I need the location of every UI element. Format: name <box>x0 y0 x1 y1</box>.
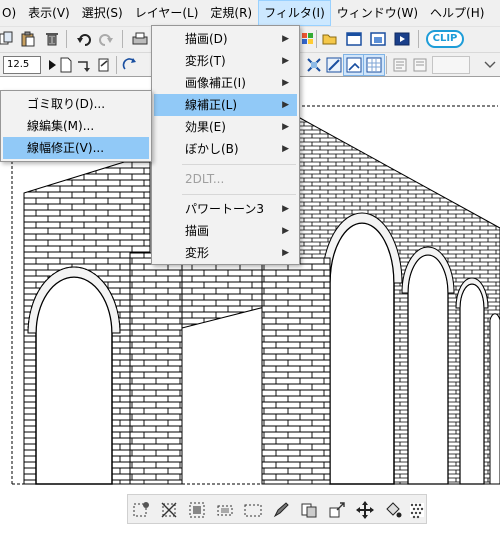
snap-ruler-icon[interactable] <box>324 55 344 75</box>
menu-item-label: 変形 <box>185 246 210 260</box>
menu-help[interactable]: ヘルプ(H) <box>424 0 490 26</box>
menu-item-transform[interactable]: 変形(T) ▶ <box>154 50 297 72</box>
screentone-icon[interactable] <box>406 499 428 521</box>
select-cancel-icon[interactable] <box>130 499 152 521</box>
menu-item-label: ゴミ取り(D)... <box>27 97 106 111</box>
toolbar-separator <box>116 56 117 74</box>
transform-icon[interactable] <box>326 499 348 521</box>
layout-icon[interactable] <box>368 29 388 49</box>
copy-icon[interactable] <box>0 29 16 49</box>
submenu-arrow-icon: ▶ <box>282 204 289 214</box>
menu-item-effects[interactable]: 効果(E) ▶ <box>154 116 297 138</box>
fill-bucket-icon[interactable] <box>382 499 404 521</box>
submenu-item-dust-removal[interactable]: ゴミ取り(D)... <box>3 93 149 115</box>
chevrons-icon[interactable] <box>480 55 500 75</box>
menu-bar: O) 表示(V) 選択(S) レイヤー(L) 定規(R) フィルタ(I) ウィン… <box>0 0 500 26</box>
zoom-input[interactable]: 12.5 <box>3 56 41 74</box>
color-grid-icon[interactable] <box>298 29 318 49</box>
menu-item-draw[interactable]: 描画(D) ▶ <box>154 28 297 50</box>
snap-grid-icon[interactable] <box>304 55 324 75</box>
menu-item-transform-plugin[interactable]: 変形 ▶ <box>154 242 297 264</box>
menu-item-label: 効果(E) <box>185 120 226 134</box>
menu-item-blur[interactable]: ぼかし(B) ▶ <box>154 138 297 160</box>
toolbar-separator <box>66 30 67 48</box>
menu-item-label: 描画 <box>185 224 210 238</box>
selection-tool-palette <box>127 494 427 524</box>
text-tool-icon[interactable] <box>390 55 410 75</box>
submenu-arrow-icon: ▶ <box>282 226 289 236</box>
toolbar-separator <box>122 30 123 48</box>
submenu-arrow-icon: ▶ <box>282 144 289 154</box>
grid-view-icon[interactable] <box>363 54 385 76</box>
menu-view[interactable]: 表示(V) <box>22 0 76 26</box>
submenu-arrow-icon: ▶ <box>282 78 289 88</box>
menu-item-powertone3[interactable]: パワートーン3 ▶ <box>154 198 297 220</box>
new-page-icon[interactable] <box>56 55 76 75</box>
submenu-arrow-icon: ▶ <box>282 34 289 44</box>
filter-menu: 描画(D) ▶ 変形(T) ▶ 画像補正(I) ▶ 線補正(L) ▶ 効果(E)… <box>151 25 300 265</box>
selection-pen-icon[interactable] <box>270 499 292 521</box>
disabled-field <box>432 56 470 74</box>
menu-separator <box>182 164 296 165</box>
copy-layer-icon[interactable] <box>298 499 320 521</box>
submenu-arrow-icon: ▶ <box>282 248 289 258</box>
clip-logo[interactable]: CLIP <box>426 30 464 48</box>
select-all-icon[interactable] <box>158 499 180 521</box>
rotate-page-icon[interactable] <box>74 55 94 75</box>
move-icon[interactable] <box>354 499 376 521</box>
menu-layer[interactable]: レイヤー(L) <box>129 0 205 26</box>
undo-icon[interactable] <box>74 29 94 49</box>
menu-item-label: ぼかし(B) <box>185 142 239 156</box>
window-icon[interactable] <box>344 29 364 49</box>
print-icon[interactable] <box>130 29 150 49</box>
menu-item-label: 線幅修正(V)... <box>27 141 105 155</box>
submenu-item-line-width-adjust[interactable]: 線幅修正(V)... <box>3 137 149 159</box>
menu-item-label: 2DLT... <box>185 172 225 186</box>
bottom-area <box>0 490 500 544</box>
menu-item-image-correction[interactable]: 画像補正(I) ▶ <box>154 72 297 94</box>
menu-item-draw-plugin[interactable]: 描画 ▶ <box>154 220 297 242</box>
menu-item-label: 画像補正(I) <box>185 76 246 90</box>
invert-selection-icon[interactable] <box>186 499 208 521</box>
text-frame-icon[interactable] <box>410 55 430 75</box>
menu-tools-partial[interactable]: O) <box>0 0 22 26</box>
menu-item-label: 変形(T) <box>185 54 226 68</box>
menu-item-label: 線補正(L) <box>185 98 238 112</box>
menu-item-line-correction[interactable]: 線補正(L) ▶ <box>154 94 297 116</box>
redo-icon[interactable] <box>96 29 116 49</box>
menu-item-label: 描画(D) <box>185 32 228 46</box>
toolbar-separator <box>316 30 317 48</box>
menu-item-label: 線編集(M)... <box>27 119 95 133</box>
play-icon[interactable] <box>392 29 412 49</box>
snap-special-icon[interactable] <box>343 54 365 76</box>
submenu-arrow-icon: ▶ <box>282 100 289 110</box>
menu-item-label: パワートーン3 <box>185 202 265 216</box>
menu-ruler[interactable]: 定規(R) <box>204 0 258 26</box>
delete-icon[interactable] <box>42 29 62 49</box>
menu-filter[interactable]: フィルタ(I) <box>258 0 331 26</box>
menu-item-2dlt: 2DLT... <box>154 168 297 190</box>
submenu-arrow-icon: ▶ <box>282 122 289 132</box>
submenu-arrow-icon: ▶ <box>282 56 289 66</box>
line-correction-submenu: ゴミ取り(D)... 線編集(M)... 線幅修正(V)... <box>0 90 152 162</box>
submenu-item-line-edit[interactable]: 線編集(M)... <box>3 115 149 137</box>
open-folder-icon[interactable] <box>320 29 340 49</box>
paste-icon[interactable] <box>18 29 38 49</box>
toolbar-separator <box>418 30 419 48</box>
page-edit-icon[interactable] <box>94 55 114 75</box>
menu-select[interactable]: 選択(S) <box>76 0 129 26</box>
expand-selection-icon[interactable] <box>242 499 264 521</box>
shrink-selection-icon[interactable] <box>214 499 236 521</box>
toolbar-separator <box>386 56 387 74</box>
flip-rotate-icon[interactable] <box>120 55 140 75</box>
menu-separator <box>182 194 296 195</box>
menu-window[interactable]: ウィンドウ(W) <box>331 0 424 26</box>
